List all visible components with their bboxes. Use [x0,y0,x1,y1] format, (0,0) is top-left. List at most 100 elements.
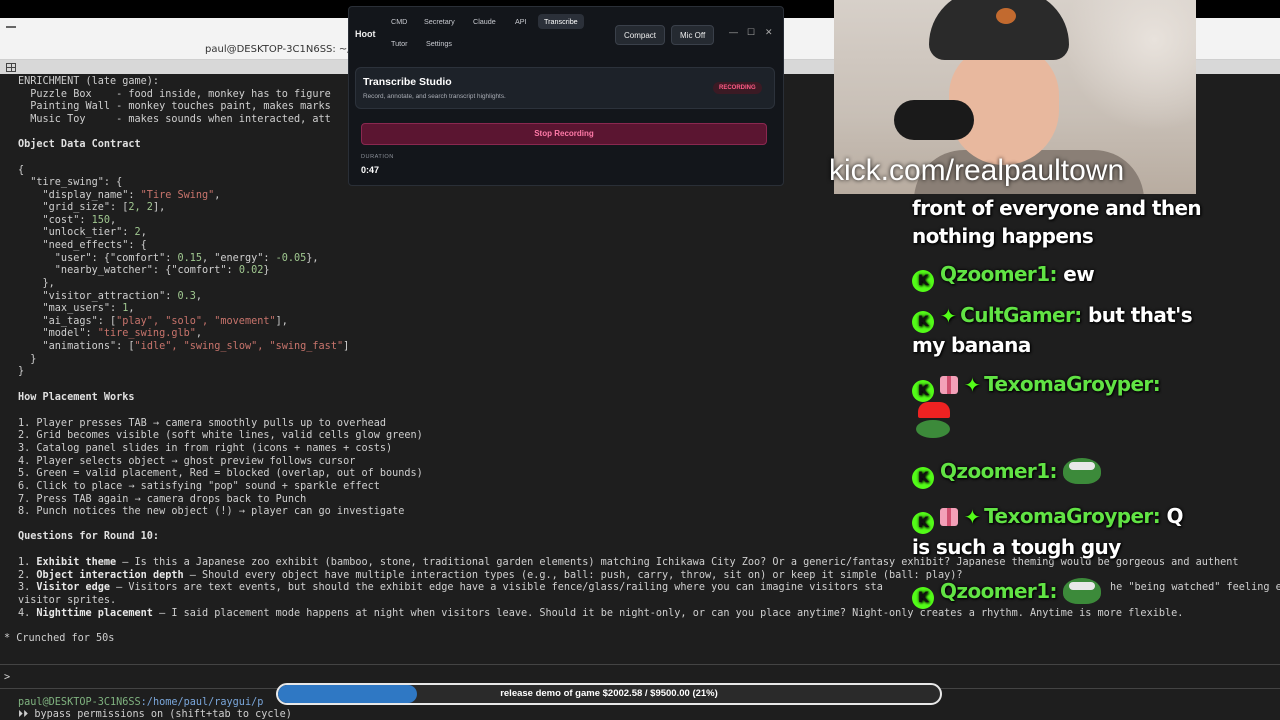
siren-light [918,402,950,418]
minimize-icon[interactable]: — [729,27,738,37]
card-subtitle: Record, annotate, and search transcript … [363,93,506,100]
code-line: "nearby_watcher": {"comfort": 0.02} [18,265,270,277]
question-item: 4. Nighttime placement — I said placemen… [18,608,1183,620]
code-line: "user": {"comfort": 0.15, "energy": -0.0… [18,253,319,265]
code-line: }, [18,278,55,289]
chat-message: K ✦ CultGamer: but that's [912,303,1193,333]
kick-badge-icon: K [912,512,934,534]
tab-cmd[interactable]: CMD [385,14,413,29]
maximize-icon[interactable]: ☐ [747,27,755,38]
sparkle-badge-icon: ✦ [964,505,981,529]
code-key: "model": [18,328,98,339]
sparkle-badge-icon: ✦ [964,373,981,397]
gift-badge-icon [940,376,958,394]
chat-message-text: my banana [912,333,1031,357]
code-number: 0.15 [177,253,203,264]
question-item: visitor sprites. [18,595,116,607]
enrichment-desc: - makes sounds when interacted, att [116,114,331,125]
code-key: "user": {"comfort": [18,253,178,264]
question-text: — Visitors are text events, but should t… [110,582,883,593]
stream-url: kick.com/realpaultown [829,154,1125,187]
placement-step: 7. Press TAB again → camera drops back t… [18,494,307,505]
code-key: , "energy": [202,253,276,264]
question-title: Visitor edge [36,582,111,593]
tab-settings[interactable]: Settings [420,36,458,51]
close-icon[interactable]: ✕ [765,27,773,38]
recording-badge: RECORDING [713,82,762,94]
minimize-icon[interactable] [6,26,16,28]
chat-username[interactable]: TexomaGroyper: [984,504,1161,528]
enrichment-name: Painting Wall [18,101,117,112]
shell-prompt: paul@DESKTOP-3C1N6SS:/home/paul/raygui/p [18,697,263,709]
pepe-head [916,420,950,438]
question-text: — I said placement mode happens at night… [152,608,1184,619]
stop-recording-button[interactable]: Stop Recording [361,123,767,145]
hoot-brand: Hoot [355,29,376,39]
placement-step: 1. Player presses TAB → camera smoothly … [18,418,387,429]
card-title: Transcribe Studio [363,76,452,88]
code-line: "cost": 150, [18,215,117,226]
code-number: 2 [134,227,141,238]
chat-message: K ✦ TexomaGroyper: Q [912,504,1183,534]
placement-step: 4. Player selects object → ghost preview… [18,456,356,467]
question-text: visitor sprites. [18,595,117,606]
chat-message: K Qzoomer1: ew [912,262,1095,292]
question-title: Object interaction depth [36,570,184,581]
kick-badge-icon: K [912,270,934,292]
prompt-caret[interactable]: > [4,672,10,684]
cap-logo [996,8,1016,24]
code-line: "need_effects": { [18,240,147,251]
tab-api[interactable]: API [509,14,533,29]
kick-badge-icon: K [912,587,934,609]
chat-username[interactable]: Qzoomer1: [940,579,1058,603]
code-key: "nearby_watcher": {"comfort": [18,265,239,276]
transcribe-card: Transcribe Studio Record, annotate, and … [355,67,775,109]
tab-transcribe[interactable]: Transcribe [538,14,584,29]
placement-step: 2. Grid becomes visible (soft white line… [18,430,423,441]
donation-goal-bar: release demo of game $2002.58 / $9500.00… [276,683,942,705]
code-key: "max_users": [18,303,123,314]
kick-badge-icon: K [912,467,934,489]
enrichment-desc: - monkey touches paint, makes marks [116,101,331,112]
chat-message-text: nothing happens [912,224,1094,248]
question-title: Nighttime placement [36,608,153,619]
mic-toggle-button[interactable]: Mic Off [671,25,715,45]
compact-button[interactable]: Compact [615,25,666,45]
code-string: "play", "solo", "movement" [116,316,276,327]
chat-username[interactable]: CultGamer: [960,303,1082,327]
chat-username[interactable]: Qzoomer1: [940,459,1058,483]
code-key: "ai_tags": [ [18,316,117,327]
kick-badge-icon: K [912,380,934,402]
terminal-title: paul@DESKTOP-3C1N6SS: ~/ra [205,44,361,55]
enrichment-name: Puzzle Box [18,89,117,100]
code-line: "max_users": 1, [18,303,135,314]
chat-message: K Qzoomer1: [912,578,1101,609]
question-title: Exhibit theme [36,557,117,568]
chat-username[interactable]: Qzoomer1: [940,262,1058,286]
kick-badge-icon: K [912,311,934,333]
code-line: "model": "tire_swing.glb", [18,328,203,339]
sparkle-badge-icon: ✦ [940,304,957,328]
goal-text: release demo of game $2002.58 / $9500.00… [500,688,718,699]
chat-message: K ✦ TexomaGroyper: [912,372,1161,402]
code-punct: }, [306,253,319,264]
code-number: 2, 2 [128,202,153,213]
questions-header: Questions for Round 10: [18,531,160,542]
chat-message-text: front of everyone and then [912,196,1202,220]
prompt-user: paul@DESKTOP-3C1N6SS [18,697,141,708]
chat-username[interactable]: TexomaGroyper: [984,372,1161,396]
chat-message-body: Q [1160,504,1183,528]
tab-secretary[interactable]: Secretary [418,14,461,29]
question-num: 4. [18,608,37,619]
gift-badge-icon [940,508,958,526]
duration-label: DURATION [361,154,394,160]
code-key: "unlock_tier": [18,227,135,238]
tab-claude[interactable]: Claude [467,14,502,29]
enrichment-item: Painting Wall - monkey touches paint, ma… [18,101,331,113]
new-tab-icon[interactable] [6,63,16,72]
duration-value: 0:47 [361,165,380,175]
code-key: "cost": [18,215,92,226]
question-text: — Should every object have multiple inte… [183,570,963,581]
code-key: "grid_size": [ [18,202,129,213]
tab-tutor[interactable]: Tutor [385,36,414,51]
